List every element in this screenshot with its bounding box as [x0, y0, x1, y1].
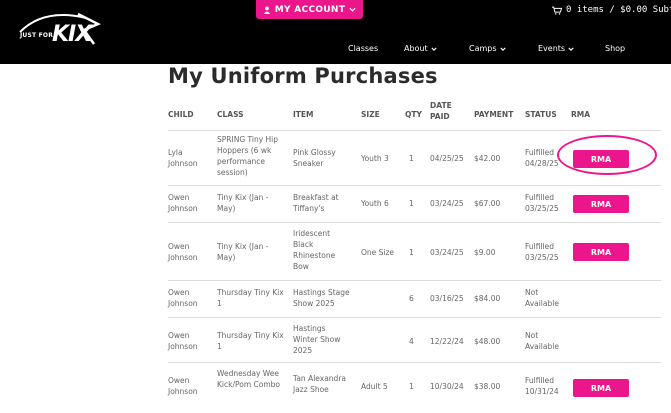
cell-payment: $84.00: [474, 294, 501, 303]
header-rma: RMA: [571, 110, 591, 119]
cell-child: Owen Johnson: [168, 288, 198, 308]
cell-item: Tan Alexandra Jazz Shoe: [293, 374, 346, 394]
cell-class: Wednesday Wee Kick/Pom Combo: [217, 369, 281, 389]
cell-item: Iridescent Black Rhinestone Bow: [293, 229, 336, 271]
cell-class: Thursday Tiny Kix 1: [217, 331, 284, 351]
cell-class: Tiny Kix (Jan - May): [217, 193, 269, 213]
cell-status: Fulfilled 03/25/25: [525, 193, 559, 213]
cell-item: Hastings Stage Show 2025: [293, 288, 350, 308]
cell-date-paid: 04/25/25: [430, 154, 464, 163]
cell-date-paid: 12/22/24: [430, 337, 464, 346]
cell-child: Owen Johnson: [168, 331, 198, 351]
cell-child: Owen Johnson: [168, 242, 198, 262]
top-header: JUST FOR KIX MY ACCOUNT 0 items / $0.00 …: [0, 0, 671, 64]
cell-status: Fulfilled 03/25/25: [525, 242, 559, 262]
nav-events[interactable]: Events: [538, 44, 574, 53]
cell-child: Owen Johnson: [168, 193, 198, 213]
cell-date-paid: 03/16/25: [430, 294, 464, 303]
cell-class: SPRING Tiny Hip Hoppers (6 wk performanc…: [217, 135, 279, 177]
cell-status: Not Available: [525, 331, 559, 351]
header-status: STATUS: [525, 110, 557, 119]
cell-item: Hastings Winter Show 2025: [293, 324, 341, 355]
cell-payment: $42.00: [474, 154, 501, 163]
nav-classes[interactable]: Classes: [348, 44, 378, 53]
cell-payment: $9.00: [474, 248, 496, 257]
cell-size: One Size: [361, 248, 395, 257]
table-row: Owen Johnson Thursday Tiny Kix 1 Hasting…: [168, 280, 661, 317]
nav-shop[interactable]: Shop: [605, 44, 625, 53]
rma-button[interactable]: RMA: [573, 195, 629, 213]
cell-status: Not Available: [525, 288, 559, 308]
cart-label: 0 items / $0.00 Subtotal: [566, 5, 671, 15]
rma-button[interactable]: RMA: [573, 243, 629, 261]
header-date-paid: DATE PAID: [430, 101, 452, 121]
logo-text-small: JUST FOR: [20, 32, 54, 39]
user-icon: [263, 6, 270, 14]
cell-payment: $38.00: [474, 382, 501, 391]
table-header: CHILD CLASS ITEM SIZE QTY DATE PAID PAYM…: [168, 98, 661, 130]
cell-qty: 6: [409, 294, 414, 303]
cell-class: Tiny Kix (Jan - May): [217, 242, 269, 262]
nav-about-label: About: [404, 44, 428, 53]
brand-logo[interactable]: JUST FOR KIX: [12, 8, 104, 52]
cell-status: Fulfilled 10/31/24: [525, 376, 559, 396]
nav-events-label: Events: [538, 44, 566, 53]
cell-qty: 1: [409, 154, 414, 163]
cell-date-paid: 03/24/25: [430, 248, 464, 257]
nav-classes-label: Classes: [348, 44, 379, 53]
chevron-down-icon: [568, 46, 574, 51]
purchases-table: CHILD CLASS ITEM SIZE QTY DATE PAID PAYM…: [168, 98, 661, 407]
table-row: Owen Johnson Tiny Kix (Jan - May) Irides…: [168, 222, 661, 280]
header-child: CHILD: [168, 110, 194, 119]
cell-child: Lyla Johnson: [168, 148, 198, 168]
nav-camps[interactable]: Camps: [469, 44, 506, 53]
cell-date-paid: 10/30/24: [430, 382, 464, 391]
nav-shop-label: Shop: [605, 44, 626, 53]
cell-size: Adult 5: [361, 382, 388, 391]
rma-button[interactable]: RMA: [573, 379, 629, 397]
cell-child: Owen Johnson: [168, 376, 198, 396]
cell-qty: 4: [409, 337, 414, 346]
chevron-down-icon: [499, 46, 506, 51]
cell-size: Youth 6: [361, 199, 389, 208]
cart-summary[interactable]: 0 items / $0.00 Subtotal: [552, 5, 671, 15]
header-qty: QTY: [405, 110, 422, 119]
my-account-label: MY ACCOUNT: [274, 4, 346, 15]
header-class: CLASS: [217, 110, 244, 119]
chevron-down-icon: [430, 46, 437, 51]
cell-payment: $48.00: [474, 337, 501, 346]
header-item: ITEM: [293, 110, 314, 119]
cell-class: Thursday Tiny Kix 1: [217, 288, 284, 308]
cell-size: Youth 3: [361, 154, 389, 163]
page-title: My Uniform Purchases: [168, 64, 438, 88]
table-row: Owen Johnson Thursday Tiny Kix 1 Hasting…: [168, 317, 661, 362]
table-row: Owen Johnson Wednesday Wee Kick/Pom Comb…: [168, 362, 661, 407]
nav-about[interactable]: About: [404, 44, 437, 53]
cell-qty: 1: [409, 248, 414, 257]
cell-qty: 1: [409, 199, 414, 208]
cart-icon: [552, 6, 562, 15]
logo-text-big: KIX: [52, 22, 92, 47]
my-account-button[interactable]: MY ACCOUNT: [256, 0, 363, 19]
cell-item: Pink Glossy Sneaker: [293, 148, 336, 168]
highlight-annotation: [557, 135, 657, 175]
chevron-down-icon: [349, 7, 356, 12]
nav-camps-label: Camps: [469, 44, 497, 53]
cell-item: Breakfast at Tiffany's: [293, 193, 339, 213]
header-payment: PAYMENT: [474, 110, 514, 119]
header-size: SIZE: [361, 110, 380, 119]
cell-payment: $67.00: [474, 199, 501, 208]
cell-qty: 1: [409, 382, 414, 391]
cell-date-paid: 03/24/25: [430, 199, 464, 208]
table-row: Owen Johnson Tiny Kix (Jan - May) Breakf…: [168, 185, 661, 222]
